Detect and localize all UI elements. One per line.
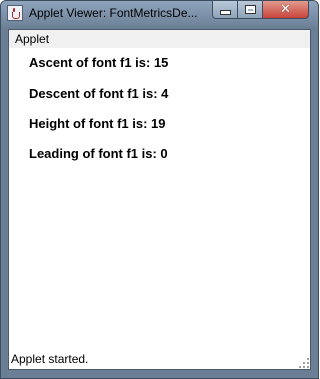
java-cup-icon[interactable]	[7, 5, 23, 21]
maximize-icon	[245, 6, 255, 13]
close-button[interactable]: ✕	[263, 1, 309, 19]
height-text: Height of font f1 is: 19	[29, 116, 166, 131]
minimize-button[interactable]	[212, 1, 238, 19]
window-title: Applet Viewer: FontMetricsDe...	[29, 6, 198, 20]
ascent-text: Ascent of font f1 is: 15	[29, 55, 169, 70]
resize-grip[interactable]	[299, 358, 309, 368]
status-bar-text: Applet started.	[11, 352, 89, 366]
grip-dot	[299, 366, 301, 368]
grip-dot	[307, 366, 309, 368]
leading-text: Leading of font f1 is: 0	[29, 146, 168, 161]
close-icon: ✕	[280, 1, 291, 17]
applet-canvas: Ascent of font f1 is: 15 Descent of font…	[9, 48, 310, 354]
menu-bar: Applet	[9, 30, 310, 48]
descent-text: Descent of font f1 is: 4	[29, 86, 169, 101]
applet-client-area: Applet Ascent of font f1 is: 15 Descent …	[8, 29, 311, 370]
java-cup-mark	[12, 12, 20, 19]
grip-dot	[307, 358, 309, 360]
grip-dot	[303, 362, 305, 364]
title-bar[interactable]: Applet Viewer: FontMetricsDe... ✕	[1, 1, 318, 27]
minimize-icon	[219, 10, 231, 15]
maximize-button[interactable]	[238, 1, 263, 19]
grip-dot	[303, 366, 305, 368]
grip-dot	[307, 362, 309, 364]
applet-viewer-window: Applet Viewer: FontMetricsDe... ✕ Applet…	[0, 0, 319, 379]
menu-applet[interactable]: Applet	[15, 32, 49, 46]
